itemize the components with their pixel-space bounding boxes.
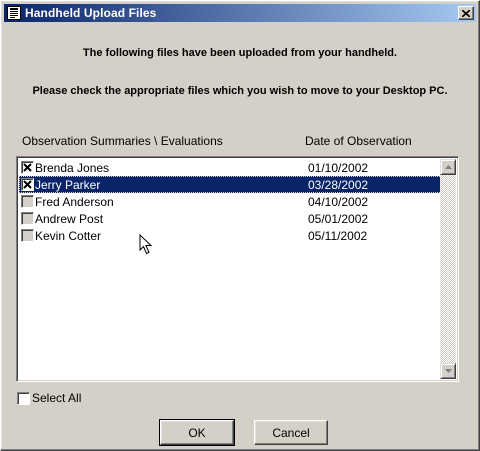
row-date: 03/28/2002 <box>308 177 369 192</box>
row-name: Kevin Cotter <box>35 228 102 243</box>
list-item[interactable]: Jerry Parker 03/28/2002 <box>19 176 442 193</box>
list-item[interactable]: Fred Anderson 04/10/2002 <box>19 193 442 210</box>
file-list[interactable]: Brenda Jones 01/10/2002 Jerry Parker 03/… <box>16 156 459 382</box>
row-checkbox[interactable] <box>21 229 34 242</box>
instruction-message: Please check the appropriate files which… <box>32 85 448 97</box>
row-date: 01/10/2002 <box>308 160 369 175</box>
row-date: 04/10/2002 <box>308 194 369 209</box>
arrow-up-icon <box>444 165 452 169</box>
vertical-scrollbar[interactable] <box>440 159 456 379</box>
select-all-control[interactable]: Select All <box>17 391 81 405</box>
title-bar[interactable]: Handheld Upload Files <box>4 4 476 22</box>
scroll-up-button[interactable] <box>440 159 456 175</box>
cancel-button[interactable]: Cancel <box>254 420 328 445</box>
row-name: Brenda Jones <box>35 160 110 175</box>
app-icon <box>7 6 21 20</box>
select-all-checkbox[interactable] <box>17 391 30 405</box>
column-header-name: Observation Summaries \ Evaluations <box>22 134 223 148</box>
list-item[interactable]: Andrew Post 05/01/2002 <box>19 210 442 227</box>
row-checkbox[interactable] <box>21 161 34 174</box>
row-date: 05/11/2002 <box>308 228 368 243</box>
mouse-pointer-icon <box>139 234 153 255</box>
ok-button[interactable]: OK <box>159 419 235 446</box>
column-header-date: Date of Observation <box>305 134 412 148</box>
uploaded-message: The following files have been uploaded f… <box>82 47 398 59</box>
arrow-down-icon <box>444 369 452 373</box>
check-mark-icon <box>23 163 32 172</box>
upload-dialog: Handheld Upload Files The following file… <box>0 0 480 451</box>
row-name: Jerry Parker <box>35 177 101 192</box>
scroll-down-button[interactable] <box>440 363 456 379</box>
row-checkbox[interactable] <box>21 178 34 191</box>
row-name: Andrew Post <box>35 211 104 226</box>
row-checkbox[interactable] <box>21 195 34 208</box>
window-title: Handheld Upload Files <box>25 6 157 20</box>
list-item[interactable]: Kevin Cotter 05/11/2002 <box>19 227 442 244</box>
row-name: Fred Anderson <box>35 194 114 209</box>
file-list-rows: Brenda Jones 01/10/2002 Jerry Parker 03/… <box>19 159 442 244</box>
list-item[interactable]: Brenda Jones 01/10/2002 <box>19 159 442 176</box>
row-date: 05/01/2002 <box>308 211 369 226</box>
close-icon <box>462 9 470 17</box>
close-button[interactable] <box>458 6 474 20</box>
select-all-label: Select All <box>32 391 82 405</box>
check-mark-icon <box>23 180 32 189</box>
row-checkbox[interactable] <box>21 212 34 225</box>
